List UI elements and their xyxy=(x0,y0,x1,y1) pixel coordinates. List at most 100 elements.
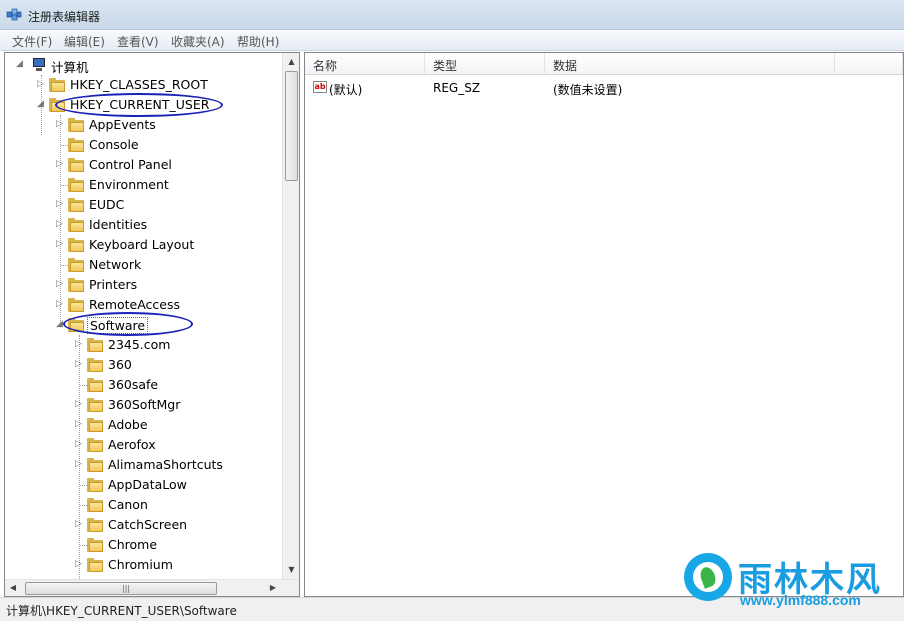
vertical-scrollbar[interactable]: ▲ ▼ xyxy=(282,53,299,579)
tree-item-label: AppDataLow xyxy=(108,477,187,492)
menu-help[interactable]: 帮助(H) xyxy=(237,33,279,50)
title-bar: 注册表编辑器 xyxy=(0,0,904,30)
value-name: (默认) xyxy=(329,83,363,97)
folder-icon xyxy=(87,538,103,552)
tree-item-adobe[interactable]: ▷ Adobe xyxy=(5,415,285,435)
scroll-thumb[interactable] xyxy=(285,71,298,181)
folder-icon xyxy=(68,138,84,152)
expand-icon[interactable]: ▷ xyxy=(36,80,45,89)
tree-item-label: Aerofox xyxy=(108,437,156,452)
tree-item-label: Console xyxy=(89,137,139,152)
tree-item-hkey-current-user[interactable]: ◢ HKEY_CURRENT_USER xyxy=(5,95,285,115)
tree-item-label: Chrome xyxy=(108,537,158,552)
value-data: (数值未设置) xyxy=(553,83,623,97)
horizontal-scrollbar[interactable]: ◀ ||| ▶ xyxy=(5,579,299,596)
expand-icon[interactable]: ▷ xyxy=(74,420,83,429)
tree-item-printers[interactable]: ▷ Printers xyxy=(5,275,285,295)
expand-icon[interactable]: ▷ xyxy=(74,440,83,449)
tree-item-label: EUDC xyxy=(89,197,125,212)
scroll-left-arrow-icon[interactable]: ◀ xyxy=(7,583,19,592)
tree-item-catchscreen[interactable]: ▷ CatchScreen xyxy=(5,515,285,535)
collapse-icon[interactable]: ◢ xyxy=(36,100,45,109)
expand-icon[interactable]: ▷ xyxy=(55,300,64,309)
folder-icon xyxy=(68,218,84,232)
folder-icon xyxy=(68,178,84,192)
folder-icon xyxy=(68,118,84,132)
expand-icon[interactable]: ▷ xyxy=(74,340,83,349)
scroll-thumb[interactable]: ||| xyxy=(25,582,217,595)
expand-icon[interactable]: ▷ xyxy=(55,220,64,229)
expand-icon[interactable]: ▷ xyxy=(55,160,64,169)
tree-item-label: Identities xyxy=(89,217,148,232)
tree-item-label: 2345.com xyxy=(108,337,171,352)
folder-icon xyxy=(68,238,84,252)
menu-favorites[interactable]: 收藏夹(A) xyxy=(171,33,225,50)
key-tree-pane[interactable]: ◢ 计算机 ▷ HKEY_CLASSES_ROOT ◢ HKEY_CURRENT… xyxy=(4,52,300,597)
folder-icon xyxy=(87,498,103,512)
expand-icon[interactable]: ▷ xyxy=(74,360,83,369)
tree-item-aerofox[interactable]: ▷ Aerofox xyxy=(5,435,285,455)
tree-item-chromium[interactable]: ▷ Chromium xyxy=(5,555,285,575)
scroll-up-arrow-icon[interactable]: ▲ xyxy=(283,57,299,66)
tree-item-hkey-classes-root[interactable]: ▷ HKEY_CLASSES_ROOT xyxy=(5,75,285,95)
expand-icon[interactable]: ▷ xyxy=(55,120,64,129)
folder-icon xyxy=(87,438,103,452)
collapse-icon[interactable]: ◢ xyxy=(55,320,64,329)
expand-icon[interactable]: ▷ xyxy=(55,240,64,249)
tree-item-2345com[interactable]: ▷ 2345.com xyxy=(5,335,285,355)
tree-item-console[interactable]: Console xyxy=(5,135,285,155)
tree-item-label: Printers xyxy=(89,277,138,292)
tree-item-alimamashortcuts[interactable]: ▷ AlimamaShortcuts xyxy=(5,455,285,475)
folder-icon xyxy=(87,518,103,532)
expand-icon[interactable]: ▷ xyxy=(55,200,64,209)
folder-icon xyxy=(68,258,84,272)
menu-view[interactable]: 查看(V) xyxy=(117,33,159,50)
menu-file[interactable]: 文件(F) xyxy=(12,33,52,50)
tree-item-identities[interactable]: ▷ Identities xyxy=(5,215,285,235)
tree-item-label: HKEY_CURRENT_USER xyxy=(70,97,210,112)
folder-open-icon xyxy=(49,98,65,112)
tree-item-label: AlimamaShortcuts xyxy=(108,457,223,472)
folder-icon xyxy=(87,458,103,472)
folder-icon xyxy=(87,378,103,392)
expand-icon[interactable]: ▷ xyxy=(74,400,83,409)
tree-item-control-panel[interactable]: ▷ Control Panel xyxy=(5,155,285,175)
tree-item-chrome[interactable]: Chrome xyxy=(5,535,285,555)
scroll-down-arrow-icon[interactable]: ▼ xyxy=(283,565,299,574)
expand-icon[interactable]: ▷ xyxy=(74,520,83,529)
scroll-right-arrow-icon[interactable]: ▶ xyxy=(267,583,279,592)
column-header-data[interactable]: 数据 xyxy=(545,53,835,75)
collapse-icon[interactable]: ◢ xyxy=(15,60,24,69)
tree-item-360safe[interactable]: 360safe xyxy=(5,375,285,395)
tree-item-keyboard-layout[interactable]: ▷ Keyboard Layout xyxy=(5,235,285,255)
folder-icon xyxy=(68,278,84,292)
expand-icon[interactable]: ▷ xyxy=(55,280,64,289)
column-header-type[interactable]: 类型 xyxy=(425,53,545,75)
folder-icon xyxy=(87,478,103,492)
tree-item-eudc[interactable]: ▷ EUDC xyxy=(5,195,285,215)
tree-item-canon[interactable]: Canon xyxy=(5,495,285,515)
expand-icon[interactable]: ▷ xyxy=(74,460,83,469)
tree-item-software[interactable]: ◢ Software xyxy=(5,315,285,335)
tree-item-remoteaccess[interactable]: ▷ RemoteAccess xyxy=(5,295,285,315)
expand-icon[interactable]: ▷ xyxy=(74,560,83,569)
tree-item-environment[interactable]: Environment xyxy=(5,175,285,195)
tree-item-computer[interactable]: ◢ 计算机 xyxy=(5,55,285,75)
menu-edit[interactable]: 编辑(E) xyxy=(64,33,105,50)
tree-item-label: Environment xyxy=(89,177,169,192)
tree-item-360softmgr[interactable]: ▷ 360SoftMgr xyxy=(5,395,285,415)
folder-icon xyxy=(87,398,103,412)
tree-item-appevents[interactable]: ▷ AppEvents xyxy=(5,115,285,135)
tree-item-label: Network xyxy=(89,257,142,272)
tree-item-appdatalow[interactable]: AppDataLow xyxy=(5,475,285,495)
tree-item-label: Keyboard Layout xyxy=(89,237,195,252)
folder-icon xyxy=(87,558,103,572)
tree-item-network[interactable]: Network xyxy=(5,255,285,275)
tree-item-label: 计算机 xyxy=(51,60,89,75)
folder-icon xyxy=(68,198,84,212)
column-header-name[interactable]: 名称 xyxy=(305,53,425,75)
tree-item-label: CatchScreen xyxy=(108,517,188,532)
tree-item-label: Software xyxy=(87,317,149,334)
tree-item-360[interactable]: ▷ 360 xyxy=(5,355,285,375)
value-list-pane[interactable]: 名称 类型 数据 ab (默认) REG_SZ (数值未设置) xyxy=(304,52,904,597)
